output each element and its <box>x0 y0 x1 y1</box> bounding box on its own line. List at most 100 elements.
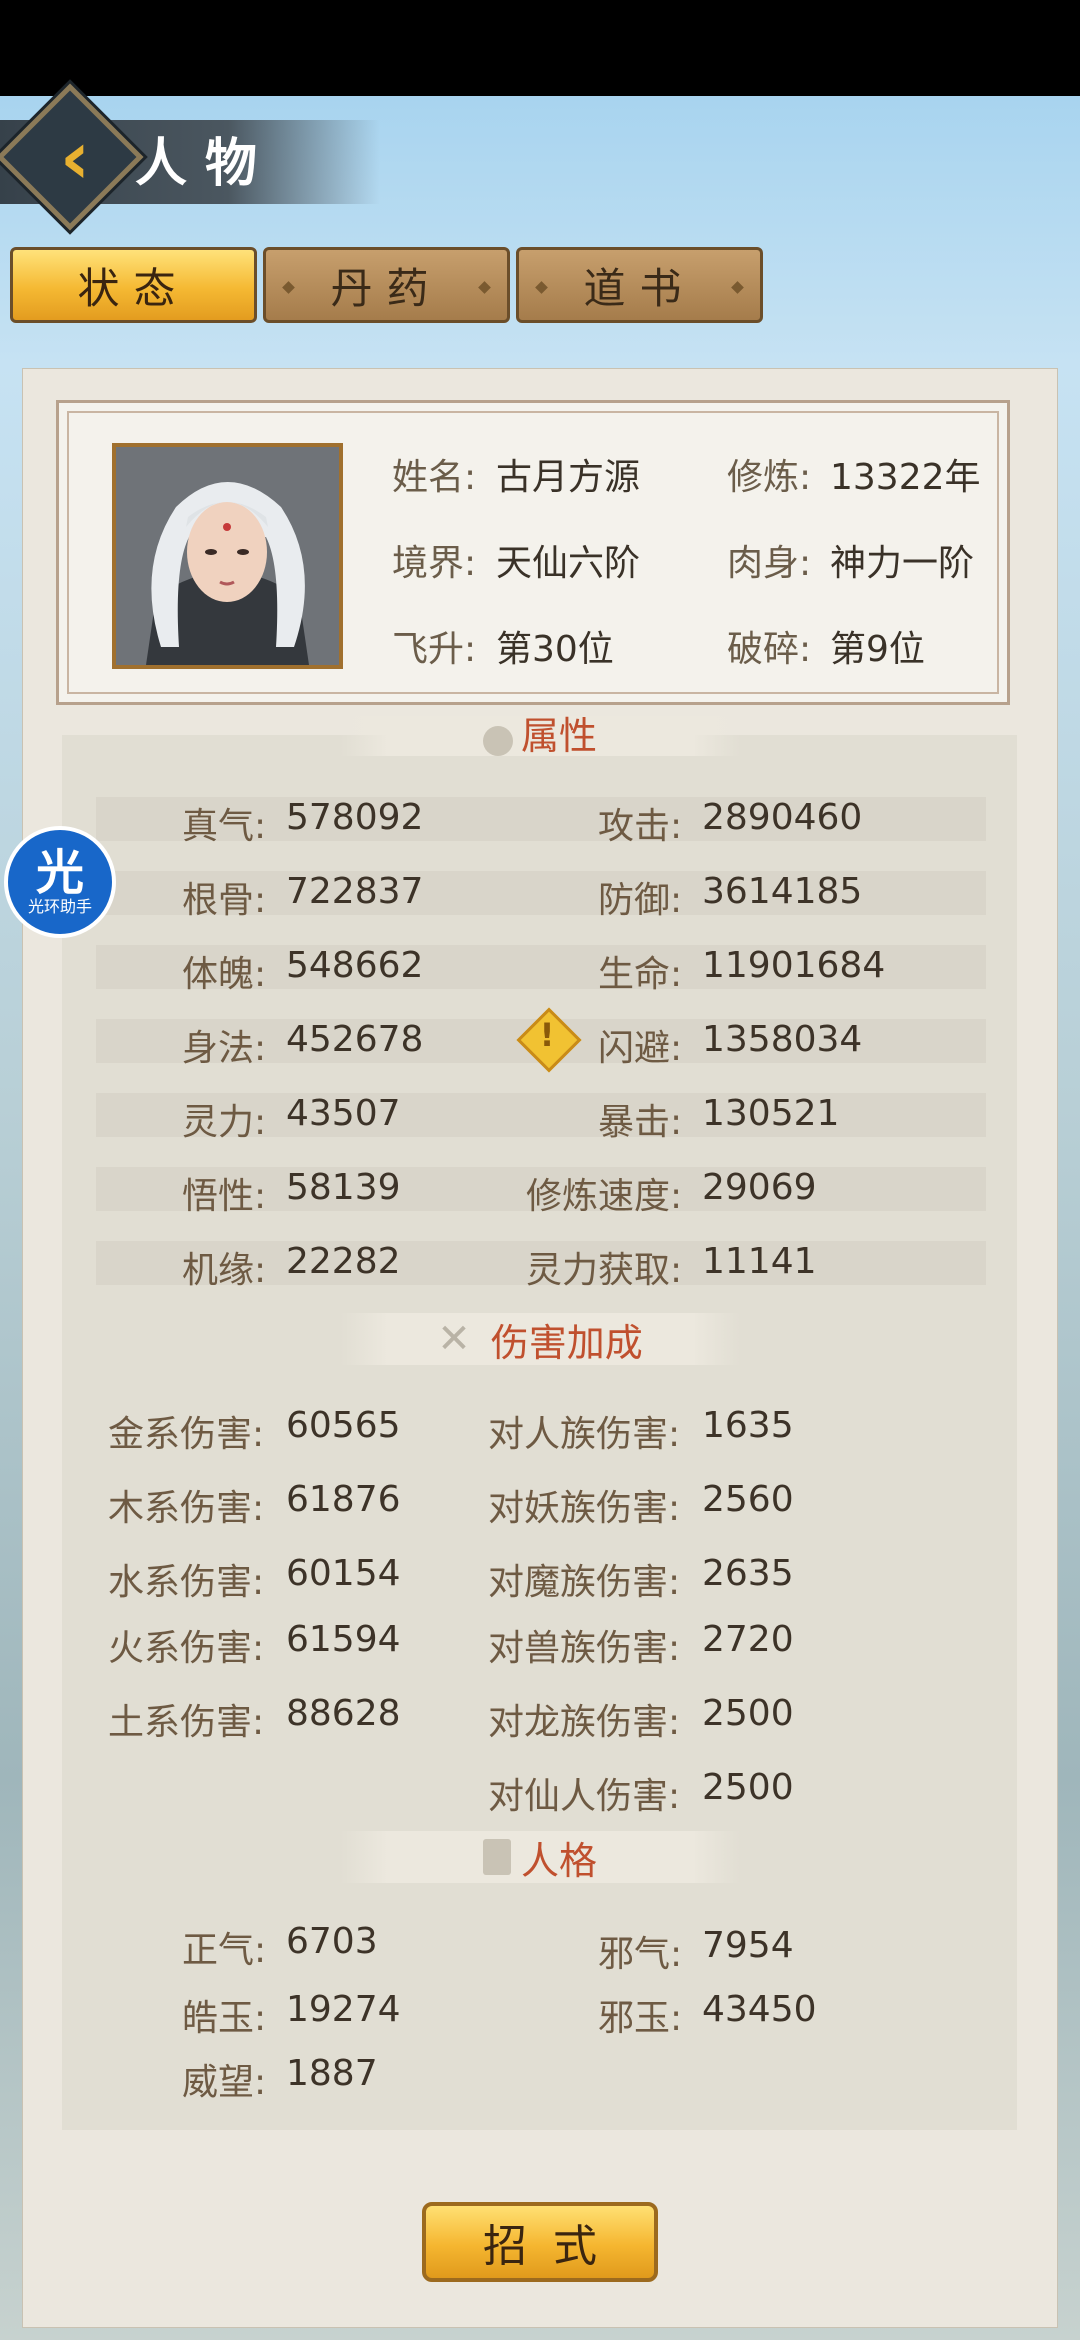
personality-value: 1887 <box>286 2053 378 2094</box>
stat-value: 548662 <box>286 945 424 986</box>
damage-value: 88628 <box>286 1693 401 1734</box>
stat-value: 11141 <box>702 1241 817 1282</box>
realm-value: 天仙六阶 <box>496 543 641 584</box>
chevron-left-icon[interactable]: ‹ <box>35 118 115 198</box>
damage-label: 对人族伤害: <box>488 1414 681 1455</box>
damage-value: 2500 <box>702 1693 794 1734</box>
ascend-label: 飞升: <box>392 629 477 670</box>
damage-label: 火系伤害: <box>108 1628 265 1669</box>
stat-label: 真气: <box>182 806 267 847</box>
damage-value: 61876 <box>286 1479 401 1520</box>
stat-label: 生命: <box>598 954 683 995</box>
damage-value: 2500 <box>702 1767 794 1808</box>
yin-yang-icon <box>482 726 513 756</box>
body-label: 肉身: <box>727 543 812 584</box>
helper-label: 光环助手 <box>27 897 92 916</box>
damage-label: 土系伤害: <box>108 1702 265 1743</box>
stat-label: 机缘: <box>182 1250 267 1291</box>
stat-value: 11901684 <box>702 945 886 986</box>
stat-value: 578092 <box>286 797 424 838</box>
character-portrait <box>112 443 343 669</box>
stat-label: 体魄: <box>182 954 267 995</box>
section-attributes: 属性 <box>340 716 740 756</box>
damage-value: 2720 <box>702 1619 794 1660</box>
personality-label: 邪气: <box>598 1934 683 1975</box>
realm-label: 境界: <box>392 543 477 584</box>
damage-label: 对魔族伤害: <box>488 1562 681 1603</box>
damage-label: 对兽族伤害: <box>488 1628 681 1669</box>
personality-label: 皓玉: <box>182 1998 267 2039</box>
helper-logo-icon: 光 <box>35 845 84 901</box>
stat-label: 暴击: <box>598 1102 683 1143</box>
stat-label: 根骨: <box>182 880 267 921</box>
shatter-value: 第9位 <box>830 629 925 670</box>
stat-value: 58139 <box>286 1167 401 1208</box>
skills-button-label: 招式 <box>483 2221 623 2272</box>
ascend-value: 第30位 <box>496 629 614 670</box>
section-title: 属性 <box>520 716 597 756</box>
stat-label: 防御: <box>598 880 683 921</box>
stat-value: 29069 <box>702 1167 817 1208</box>
damage-value: 2635 <box>702 1553 794 1594</box>
tab-label: 道书 <box>583 263 696 313</box>
damage-label: 对妖族伤害: <box>488 1488 681 1529</box>
stat-value: 43507 <box>286 1093 401 1134</box>
stat-value: 452678 <box>286 1019 424 1060</box>
stat-label: 身法: <box>182 1028 267 1069</box>
cultivation-value: 13322年 <box>830 457 981 498</box>
personality-value: 6703 <box>286 1921 378 1962</box>
section-personality: 人格 <box>340 1831 740 1883</box>
personality-value: 7954 <box>702 1925 794 1966</box>
cultivation-label: 修炼: <box>727 457 812 498</box>
section-title: 伤害加成 <box>490 1320 643 1365</box>
stat-label: 修炼速度: <box>526 1176 683 1217</box>
tab-pills[interactable]: 丹药 <box>263 247 510 323</box>
section-title: 人格 <box>520 1838 597 1883</box>
personality-label: 正气: <box>182 1930 267 1971</box>
damage-label: 木系伤害: <box>108 1488 265 1529</box>
tab-books[interactable]: 道书 <box>516 247 763 323</box>
damage-value: 2560 <box>702 1479 794 1520</box>
floating-helper-button[interactable]: 光 光环助手 <box>4 826 116 938</box>
diamond-icon <box>731 281 744 294</box>
diamond-icon <box>282 281 295 294</box>
shatter-label: 破碎: <box>727 629 812 670</box>
personality-value: 19274 <box>286 1989 401 2030</box>
personality-value: 43450 <box>702 1989 817 2030</box>
damage-value: 60154 <box>286 1553 401 1594</box>
crossed-swords-icon: ✕ <box>437 1316 471 1362</box>
avatar-icon <box>116 447 339 665</box>
name-label: 姓名: <box>392 457 477 498</box>
stat-value: 130521 <box>702 1093 840 1134</box>
damage-label: 对仙人伤害: <box>488 1776 681 1817</box>
name-value: 古月方源 <box>496 457 641 498</box>
stat-value: 2890460 <box>702 797 863 838</box>
stat-label: 攻击: <box>598 806 683 847</box>
personality-label: 威望: <box>182 2062 267 2103</box>
body-value: 神力一阶 <box>830 543 975 584</box>
page-title: 人物 <box>135 133 276 194</box>
tab-label: 状态 <box>77 263 190 313</box>
personality-label: 邪玉: <box>598 1998 683 2039</box>
damage-value: 60565 <box>286 1405 401 1446</box>
scroll-icon <box>482 1839 511 1875</box>
skills-button[interactable]: 招式 <box>422 2202 658 2282</box>
damage-value: 61594 <box>286 1619 401 1660</box>
section-damage: ✕ 伤害加成 <box>340 1313 740 1365</box>
stat-value: 722837 <box>286 871 424 912</box>
tab-label: 丹药 <box>330 263 443 313</box>
stat-label: 灵力: <box>182 1102 267 1143</box>
damage-label: 水系伤害: <box>108 1562 265 1603</box>
tab-status[interactable]: 状态 <box>10 247 257 323</box>
stat-value: 3614185 <box>702 871 863 912</box>
stat-value: 1358034 <box>702 1019 863 1060</box>
stat-value: 22282 <box>286 1241 401 1282</box>
warning-mark: ! <box>539 1016 555 1054</box>
stat-label: 灵力获取: <box>526 1250 683 1291</box>
damage-label: 对龙族伤害: <box>488 1702 681 1743</box>
diamond-icon <box>535 281 548 294</box>
stat-label: 悟性: <box>182 1176 267 1217</box>
damage-label: 金系伤害: <box>108 1414 265 1455</box>
damage-value: 1635 <box>702 1405 794 1446</box>
status-bar <box>0 0 1080 96</box>
